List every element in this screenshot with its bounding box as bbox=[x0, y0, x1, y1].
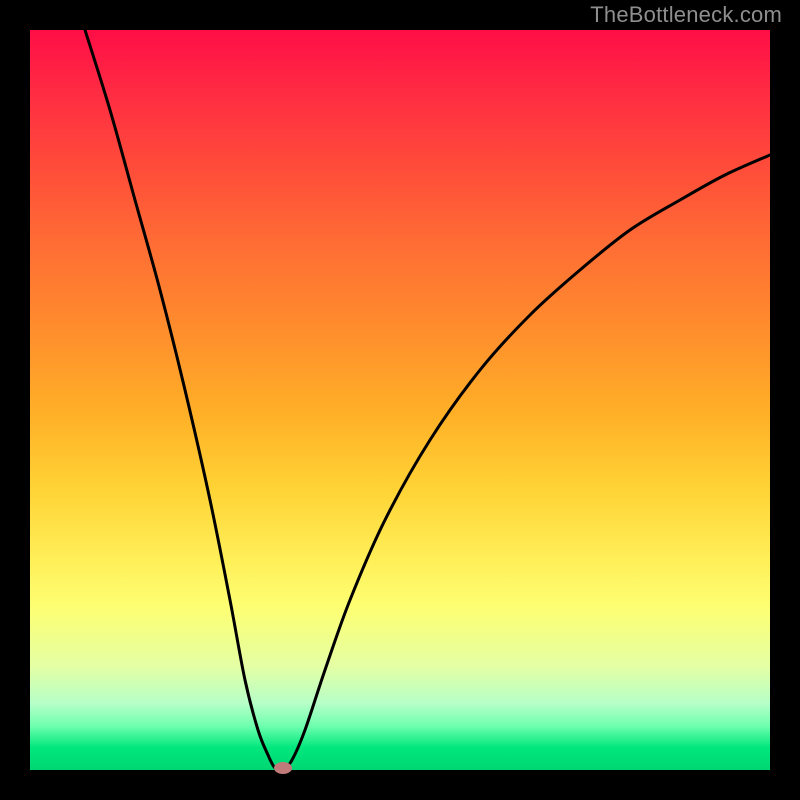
watermark-text: TheBottleneck.com bbox=[590, 2, 782, 28]
bottleneck-curve bbox=[30, 30, 770, 770]
curve-path bbox=[85, 30, 770, 771]
plot-area bbox=[30, 30, 770, 770]
optimum-marker bbox=[274, 762, 292, 774]
chart-frame: TheBottleneck.com bbox=[0, 0, 800, 800]
